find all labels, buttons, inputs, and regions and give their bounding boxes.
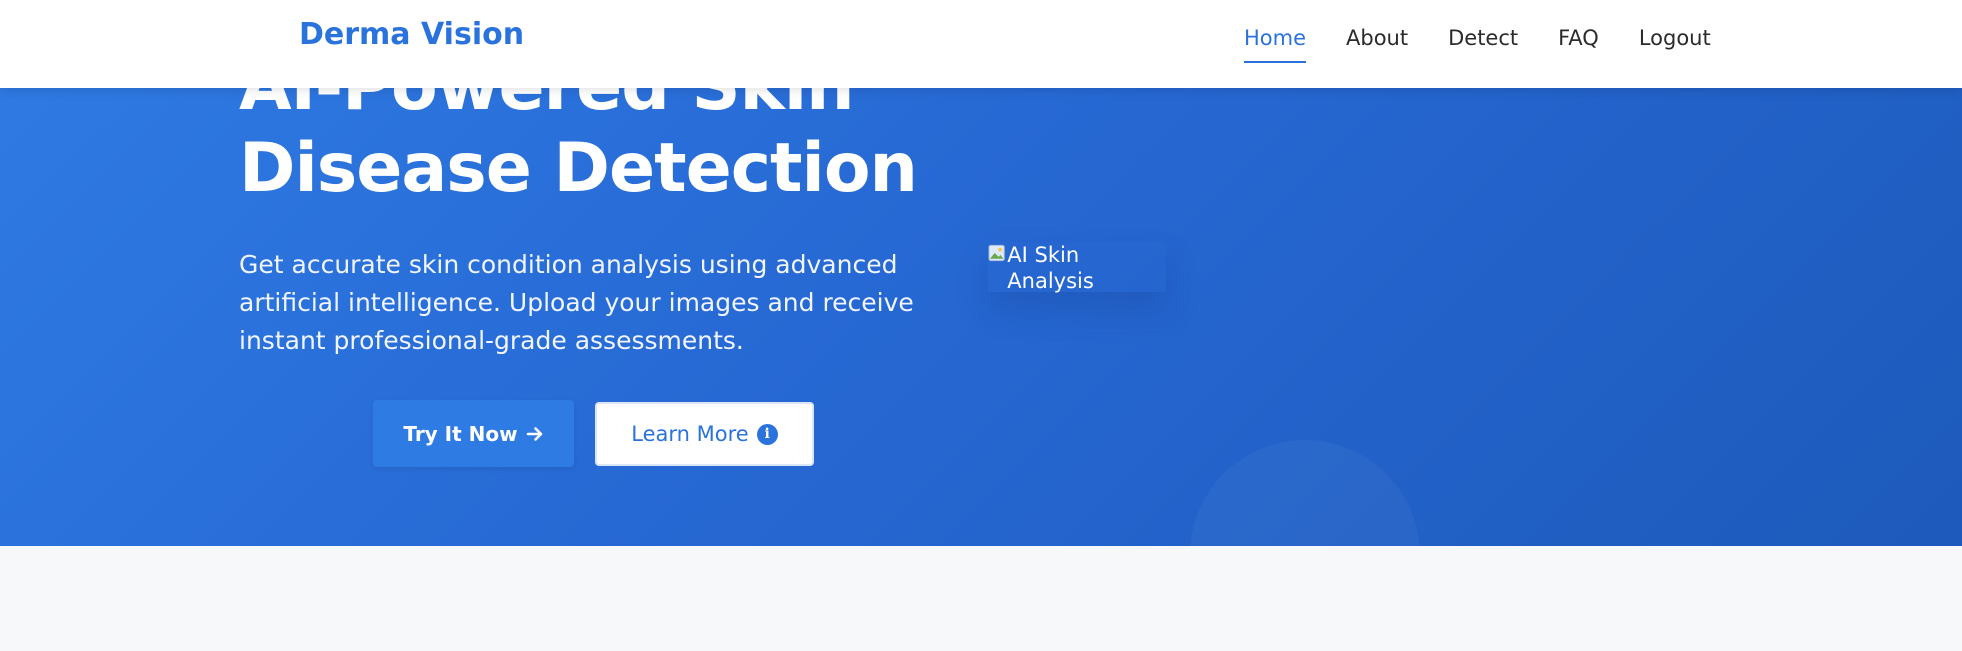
arrow-right-icon (526, 426, 542, 441)
hero-decorative-circle (1190, 440, 1420, 546)
hero-subtitle: Get accurate skin condition analysis usi… (239, 250, 914, 355)
top-navbar: Derma Vision Home About Detect FAQ Logou… (0, 0, 1962, 88)
nav-item-logout[interactable]: Logout (1639, 24, 1711, 64)
learn-more-button[interactable]: Learn More i (595, 402, 814, 466)
broken-image-icon (988, 244, 1005, 262)
try-it-now-label: Try It Now (403, 421, 518, 446)
nav-item-about[interactable]: About (1346, 24, 1408, 64)
hero-image: AI Skin Analysis (988, 242, 1166, 293)
hero-title-line2: Disease Detection (239, 129, 918, 208)
nav-item-detect[interactable]: Detect (1448, 24, 1518, 64)
hero-image-alt-text: AI Skin Analysis (1007, 243, 1094, 293)
try-it-now-button[interactable]: Try It Now (373, 400, 574, 467)
info-circle-icon: i (756, 423, 778, 445)
learn-more-label: Learn More (631, 422, 749, 446)
brand-logo[interactable]: Derma Vision (299, 17, 524, 52)
nav-item-home[interactable]: Home (1244, 24, 1307, 64)
nav-item-faq[interactable]: FAQ (1558, 24, 1599, 64)
nav-links: Home About Detect FAQ Logout (1244, 24, 1751, 64)
